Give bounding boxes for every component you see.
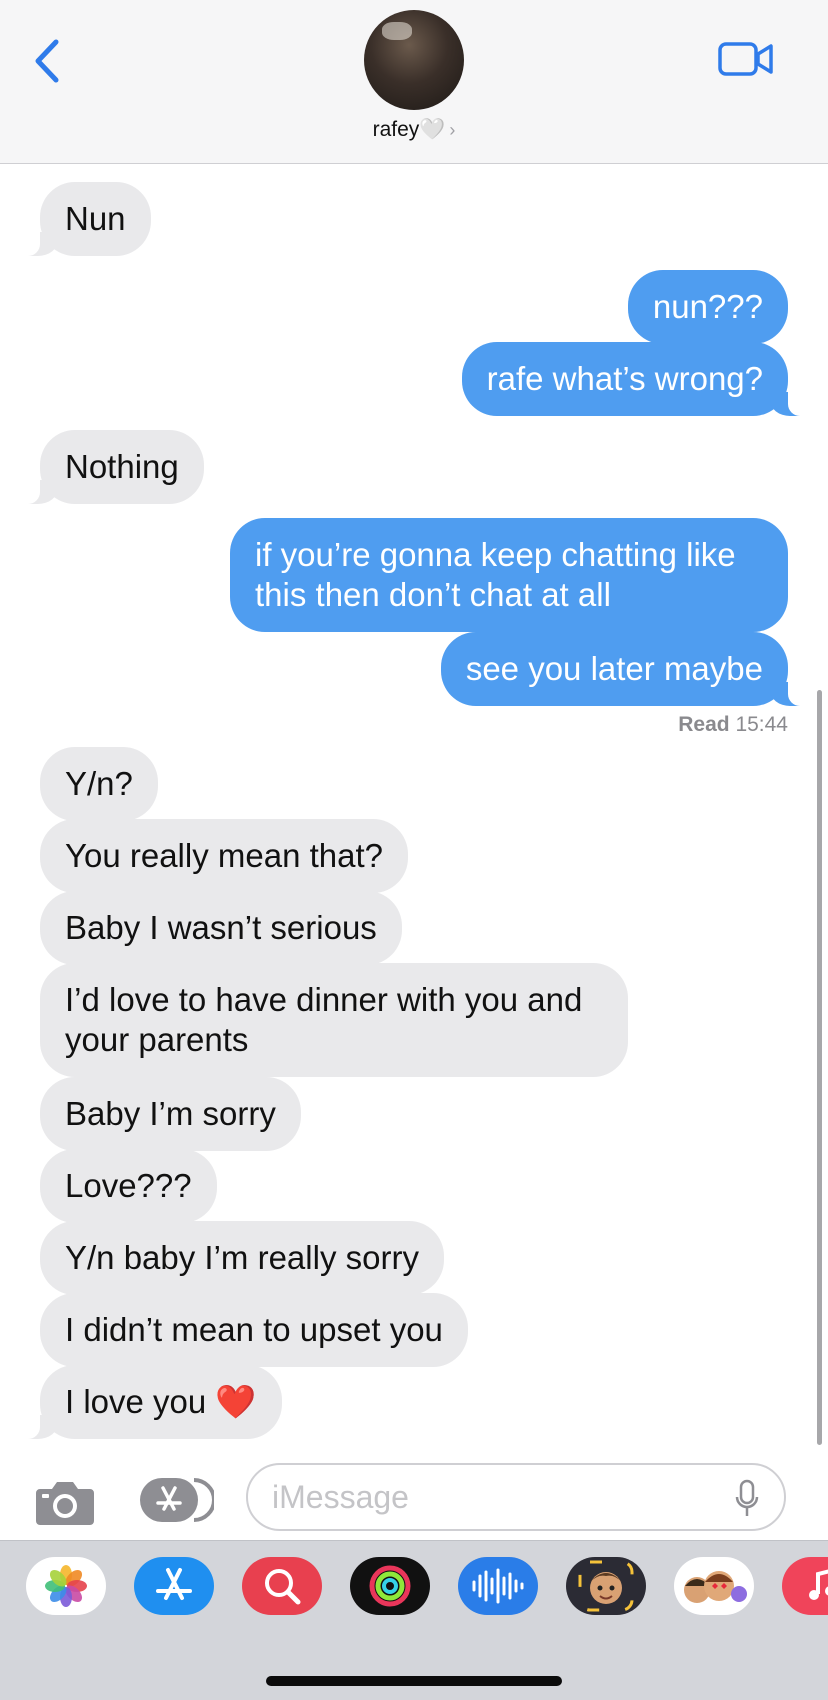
- message-text: Y/n?: [65, 765, 133, 802]
- contact-avatar[interactable]: [364, 10, 464, 110]
- microphone-icon[interactable]: [734, 1479, 760, 1519]
- contact-name: rafey: [372, 118, 420, 141]
- message-text: I love you ❤️: [65, 1383, 257, 1420]
- conversation-header: rafey🤍 ›: [0, 0, 828, 164]
- message-text: You really mean that?: [65, 837, 383, 874]
- activity-rings-icon[interactable]: [350, 1557, 430, 1615]
- message-bubble-incoming[interactable]: Nothing: [14, 430, 204, 504]
- message-text: Baby I’m sorry: [65, 1095, 276, 1132]
- message-text: Nothing: [65, 448, 179, 485]
- message-bubble-incoming[interactable]: Y/n?: [40, 747, 158, 821]
- message-text: rafe what’s wrong?: [486, 360, 763, 397]
- audio-message-icon[interactable]: [458, 1557, 538, 1615]
- message-bubble-outgoing[interactable]: rafe what’s wrong?: [461, 342, 815, 416]
- message-bubble-incoming[interactable]: Baby I’m sorry: [40, 1077, 301, 1151]
- message-bubble-incoming[interactable]: Nun: [14, 182, 151, 256]
- back-chevron-icon[interactable]: [28, 36, 68, 86]
- message-text: Nun: [65, 200, 126, 237]
- memoji-icon[interactable]: [566, 1557, 646, 1615]
- camera-icon[interactable]: [34, 1477, 96, 1527]
- message-text: Baby I wasn’t serious: [65, 909, 377, 946]
- message-thread[interactable]: Nun nun??? rafe what’s wrong? Nothing if…: [0, 163, 828, 1453]
- memoji-stickers-icon[interactable]: [674, 1557, 754, 1615]
- video-call-icon[interactable]: [718, 40, 774, 78]
- read-label: Read: [678, 713, 730, 736]
- message-bubble-incoming[interactable]: Baby I wasn’t serious: [40, 891, 402, 965]
- message-text: see you later maybe: [465, 650, 763, 687]
- message-bubble-outgoing[interactable]: if you’re gonna keep chatting like this …: [230, 518, 788, 632]
- message-bubble-outgoing[interactable]: see you later maybe: [440, 632, 815, 706]
- message-text: I didn’t mean to upset you: [65, 1311, 443, 1348]
- read-time: 15:44: [735, 713, 788, 736]
- photos-app-icon[interactable]: [26, 1557, 106, 1615]
- message-composer: [0, 1453, 828, 1539]
- message-bubble-incoming[interactable]: I’d love to have dinner with you and you…: [40, 963, 628, 1077]
- message-bubble-outgoing[interactable]: nun???: [627, 270, 788, 344]
- music-icon[interactable]: [782, 1557, 828, 1615]
- message-text: Love???: [65, 1167, 192, 1204]
- app-store-icon[interactable]: [134, 1557, 214, 1615]
- imessage-input[interactable]: [246, 1463, 786, 1531]
- message-text: nun???: [652, 288, 763, 325]
- heart-icon: 🤍: [419, 118, 446, 141]
- contact-name-row[interactable]: rafey🤍 ›: [0, 118, 828, 142]
- message-bubble-incoming[interactable]: Y/n baby I’m really sorry: [40, 1221, 444, 1295]
- read-receipt: Read 15:44: [678, 713, 788, 737]
- home-indicator[interactable]: [266, 1676, 562, 1686]
- message-text: if you’re gonna keep chatting like this …: [255, 536, 736, 613]
- message-bubble-incoming[interactable]: I didn’t mean to upset you: [40, 1293, 468, 1367]
- scrollbar[interactable]: [817, 690, 822, 1445]
- message-text: I’d love to have dinner with you and you…: [65, 981, 583, 1058]
- message-bubble-incoming[interactable]: Love???: [40, 1149, 217, 1223]
- message-text: Y/n baby I’m really sorry: [65, 1239, 419, 1276]
- message-bubble-incoming[interactable]: You really mean that?: [40, 819, 408, 893]
- chevron-right-icon: ›: [449, 120, 456, 140]
- message-bubble-incoming[interactable]: I love you ❤️: [14, 1365, 282, 1439]
- images-search-icon[interactable]: [242, 1557, 322, 1615]
- app-store-toggle-icon[interactable]: [138, 1475, 214, 1525]
